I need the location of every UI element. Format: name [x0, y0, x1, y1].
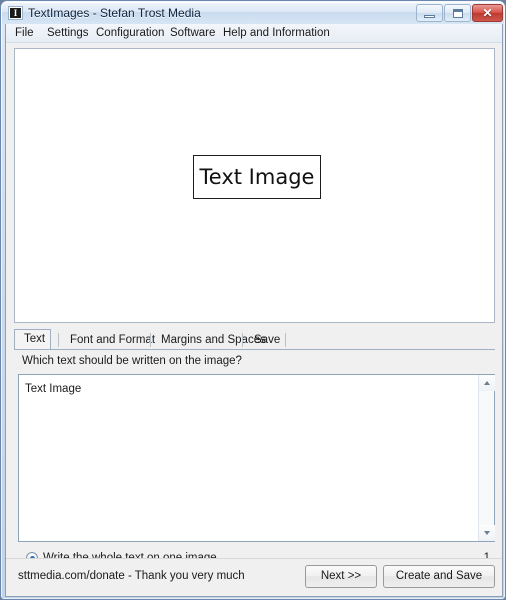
tab-save[interactable]: Save [245, 331, 287, 349]
minimize-icon [424, 15, 435, 18]
menu-item-file[interactable]: File [10, 26, 39, 41]
tab-underline [14, 349, 495, 350]
minimize-button[interactable] [416, 4, 443, 22]
tab-separator [242, 333, 243, 347]
image-preview-panel[interactable]: Text Image [14, 48, 495, 323]
tab-strip: Text Font and Format Margins and Spaces … [14, 329, 495, 349]
donate-status-text[interactable]: sttmedia.com/donate - Thank you very muc… [18, 570, 245, 582]
tab-font-and-format[interactable]: Font and Format [61, 331, 155, 349]
close-icon: ✕ [482, 6, 493, 20]
next-button[interactable]: Next >> [305, 565, 377, 588]
text-question-label: Which text should be written on the imag… [22, 355, 242, 367]
client-area: File Settings Configuration Software Hel… [5, 24, 503, 597]
scroll-down-arrow-icon[interactable] [479, 525, 495, 541]
menu-item-help-and-information[interactable]: Help and Information [218, 26, 335, 41]
menu-item-settings[interactable]: Settings [42, 26, 94, 41]
menu-bar: File Settings Configuration Software Hel… [6, 24, 502, 43]
tab-separator [150, 333, 151, 347]
text-input-scrollbar[interactable] [478, 375, 495, 541]
menu-item-software[interactable]: Software [165, 26, 220, 41]
app-icon: I [8, 6, 23, 20]
close-button[interactable]: ✕ [472, 4, 503, 22]
text-input-container[interactable] [18, 374, 495, 542]
create-and-save-button[interactable]: Create and Save [383, 565, 495, 588]
window-title: TextImages - Stefan Trost Media [28, 6, 201, 20]
preview-text: Text Image [199, 165, 315, 189]
tab-separator [285, 333, 286, 347]
app-icon-glyph: I [10, 8, 21, 18]
maximize-icon [453, 9, 463, 18]
scroll-up-arrow-icon[interactable] [479, 375, 495, 391]
maximize-button[interactable] [444, 4, 471, 22]
text-input[interactable] [23, 380, 467, 534]
title-bar[interactable]: I TextImages - Stefan Trost Media ✕ [2, 2, 504, 24]
application-window: I TextImages - Stefan Trost Media ✕ File… [0, 0, 506, 600]
status-bar: sttmedia.com/donate - Thank you very muc… [6, 558, 502, 596]
tab-separator [58, 333, 59, 347]
tab-text[interactable]: Text [14, 329, 51, 349]
menu-item-configuration[interactable]: Configuration [91, 26, 169, 41]
preview-text-image-box: Text Image [193, 155, 321, 199]
